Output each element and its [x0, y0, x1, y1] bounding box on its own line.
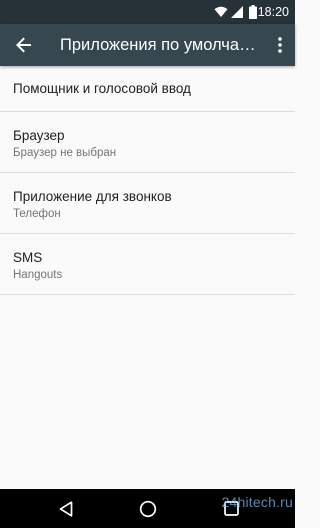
sms-app-item[interactable]: SMS Hangouts	[0, 234, 295, 295]
back-arrow-icon[interactable]	[8, 29, 40, 61]
status-time: 18:20	[257, 5, 289, 19]
browser-item[interactable]: Браузер Браузер не выбран	[0, 112, 295, 173]
item-summary: Браузер не выбран	[13, 147, 117, 159]
wifi-icon	[213, 0, 229, 24]
signal-icon	[230, 0, 244, 24]
status-bar: 18:20	[0, 0, 295, 24]
watermark: 24hitech.ru	[221, 494, 293, 510]
item-title: Браузер	[13, 128, 65, 143]
item-title: SMS	[13, 250, 43, 265]
item-title: Приложение для звонков	[13, 189, 172, 204]
page-title: Приложения по умолчанию	[60, 36, 260, 54]
back-triangle-icon[interactable]	[46, 489, 86, 528]
item-summary: Телефон	[13, 208, 61, 220]
app-toolbar: Приложения по умолчанию	[0, 24, 295, 66]
settings-list: Помощник и голосовой ввод Браузер Браузе…	[0, 66, 295, 295]
item-title: Помощник и голосовой ввод	[13, 81, 191, 96]
more-vert-icon[interactable]	[271, 29, 289, 61]
battery-icon	[248, 0, 258, 24]
home-circle-icon[interactable]	[128, 489, 168, 528]
assistant-voice-input-item[interactable]: Помощник и голосовой ввод	[0, 66, 295, 112]
phone-app-item[interactable]: Приложение для звонков Телефон	[0, 173, 295, 234]
item-summary: Hangouts	[13, 269, 63, 281]
